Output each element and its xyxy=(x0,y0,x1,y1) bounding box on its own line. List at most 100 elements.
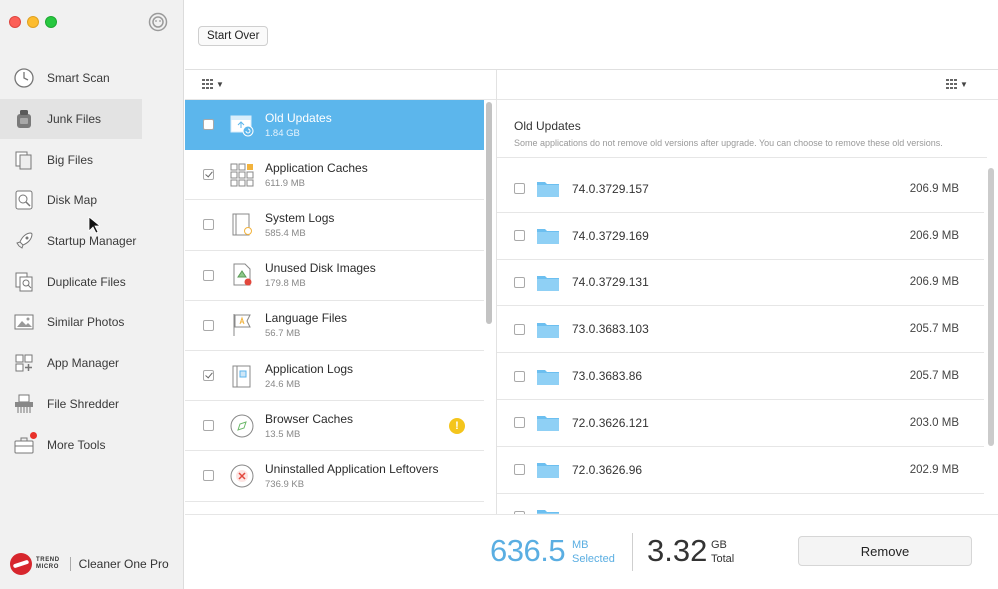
app-grid-icon xyxy=(12,351,36,375)
item-size: 206.9 MB xyxy=(909,229,959,242)
list-item[interactable]: 73.0.3683.103 205.7 MB xyxy=(497,306,984,354)
start-over-button[interactable]: Start Over xyxy=(198,26,269,46)
item-size: 206.9 MB xyxy=(909,276,959,289)
item-name: 73.0.3683.86 xyxy=(572,369,643,384)
category-checkbox[interactable] xyxy=(203,470,214,482)
sidebar-item-duplicate-files[interactable]: Duplicate Files xyxy=(0,261,184,302)
category-row-unused-disk-images[interactable]: Unused Disk Images 179.8 MB xyxy=(185,251,484,301)
category-checkbox[interactable] xyxy=(203,119,214,131)
item-checkbox[interactable] xyxy=(514,464,525,476)
category-row-old-updates[interactable]: Old Updates 1.84 GB xyxy=(185,100,484,151)
sidebar-item-junk-files[interactable]: Junk Files xyxy=(0,98,142,140)
remove-button[interactable]: Remove xyxy=(798,536,972,566)
item-name: 74.0.3729.157 xyxy=(572,181,649,196)
item-checkbox[interactable] xyxy=(514,323,525,335)
item-name: 74.0.3729.169 xyxy=(572,228,649,243)
application-log-icon xyxy=(232,365,251,388)
category-checkbox[interactable] xyxy=(203,370,214,382)
duplicate-icon xyxy=(12,270,36,294)
toolbox-icon xyxy=(12,431,37,457)
notification-dot xyxy=(30,431,37,439)
detail-title: Old Updates xyxy=(514,119,581,133)
category-checkbox[interactable] xyxy=(203,319,214,331)
zoom-window-button[interactable] xyxy=(45,16,57,28)
photo-icon xyxy=(12,310,36,334)
sidebar-item-disk-map[interactable]: Disk Map xyxy=(0,180,184,221)
category-size: 1.84 GB xyxy=(265,127,300,139)
language-flag-icon xyxy=(233,314,251,337)
list-item[interactable]: 73.0.3683.86 205.7 MB xyxy=(497,353,984,400)
category-size: 179.8 MB xyxy=(265,278,306,290)
category-row-uninstalled-leftovers[interactable]: Uninstalled Application Leftovers 736.9 K… xyxy=(185,451,484,502)
clock-scan-icon xyxy=(12,66,36,90)
sidebar-item-label: Big Files xyxy=(47,152,94,167)
category-view-toggle[interactable]: ▼ xyxy=(202,78,224,90)
item-name: 72.0.3626.121 xyxy=(572,415,649,430)
category-row-system-logs[interactable]: System Logs 585.4 MB xyxy=(185,200,484,251)
item-name: 74.0.3729.131 xyxy=(572,275,649,290)
sidebar-item-smart-scan[interactable]: Smart Scan xyxy=(0,58,184,99)
item-size: 206.9 MB xyxy=(909,182,959,195)
brand-divider xyxy=(69,557,71,571)
system-log-icon xyxy=(232,213,252,236)
detail-view-toggle[interactable]: ▼ xyxy=(946,78,968,90)
close-window-button[interactable] xyxy=(9,16,21,28)
warning-icon[interactable]: ! xyxy=(449,418,465,435)
category-name: Browser Caches xyxy=(265,411,354,426)
item-checkbox[interactable] xyxy=(514,230,525,242)
folder-icon xyxy=(537,229,559,245)
sidebar-item-more-tools[interactable]: More Tools xyxy=(0,424,184,465)
brand-logo: TREND MICRO Cleaner One Pro xyxy=(10,553,169,575)
item-size: 205.7 MB xyxy=(909,370,959,383)
category-row-application-logs[interactable]: Application Logs 24.6 MB xyxy=(185,351,484,402)
category-row-application-caches[interactable]: Application Caches 611.9 MB xyxy=(185,150,484,201)
category-name: Unused Disk Images xyxy=(265,261,376,276)
list-item[interactable]: 74.0.3729.157 206.9 MB xyxy=(497,166,984,213)
brand-word-1: TREND xyxy=(36,557,60,563)
list-item[interactable]: 74.0.3729.131 206.9 MB xyxy=(497,260,984,307)
window-controls xyxy=(9,16,57,28)
folder-icon xyxy=(537,182,559,198)
old-updates-list: 74.0.3729.157 206.9 MB 74.0.3729.169 206… xyxy=(497,166,984,514)
brand-word-2: MICRO xyxy=(36,564,59,570)
detail-list-scrollbar[interactable] xyxy=(988,168,994,446)
selected-size-unit: MB xyxy=(572,539,589,551)
sidebar-item-label: Startup Manager xyxy=(47,234,137,249)
list-item[interactable]: 72.0.3626.121 203.0 MB xyxy=(497,400,984,447)
category-size: 736.9 KB xyxy=(265,478,305,490)
sidebar-item-label: Disk Map xyxy=(47,193,98,208)
list-item[interactable]: 72.0.3626.96 202.9 MB xyxy=(497,447,984,494)
app-cache-icon xyxy=(230,163,254,187)
item-checkbox[interactable] xyxy=(514,276,525,288)
sidebar-item-similar-photos[interactable]: Similar Photos xyxy=(0,302,184,343)
item-name: 73.0.3683.103 xyxy=(572,322,649,337)
sidebar-item-file-shredder[interactable]: File Shredder xyxy=(0,384,184,425)
selected-size-value: 636.5 xyxy=(490,533,566,568)
minimize-window-button[interactable] xyxy=(27,16,39,28)
item-checkbox[interactable] xyxy=(514,370,525,382)
assistant-face-icon[interactable] xyxy=(148,12,168,32)
sidebar-item-app-manager[interactable]: App Manager xyxy=(0,343,184,384)
category-name: System Logs xyxy=(265,210,335,225)
category-list-scrollbar[interactable] xyxy=(486,102,492,324)
sidebar-item-label: More Tools xyxy=(47,437,106,452)
category-checkbox[interactable] xyxy=(203,420,214,432)
total-size-value: 3.32 xyxy=(647,533,708,568)
category-row-language-files[interactable]: Language Files 56.7 MB xyxy=(185,301,484,351)
category-size: 585.4 MB xyxy=(265,227,306,239)
detail-description: Some applications do not remove old vers… xyxy=(514,138,943,148)
shredder-icon xyxy=(12,392,36,416)
mouse-cursor-icon xyxy=(88,216,100,234)
category-checkbox[interactable] xyxy=(203,219,214,231)
category-size: 611.9 MB xyxy=(265,177,305,189)
category-name: Language Files xyxy=(265,311,348,326)
sidebar-item-big-files[interactable]: Big Files xyxy=(0,139,184,180)
item-checkbox[interactable] xyxy=(514,183,525,195)
sidebar-item-label: Smart Scan xyxy=(47,71,110,86)
category-checkbox[interactable] xyxy=(203,269,214,281)
item-checkbox[interactable] xyxy=(514,417,525,429)
list-item[interactable]: 74.0.3729.169 206.9 MB xyxy=(497,213,984,260)
category-row-browser-caches[interactable]: Browser Caches 13.5 MB ! xyxy=(185,401,484,452)
category-checkbox[interactable] xyxy=(203,169,214,181)
brand-wordmark: TREND MICRO xyxy=(36,557,60,571)
